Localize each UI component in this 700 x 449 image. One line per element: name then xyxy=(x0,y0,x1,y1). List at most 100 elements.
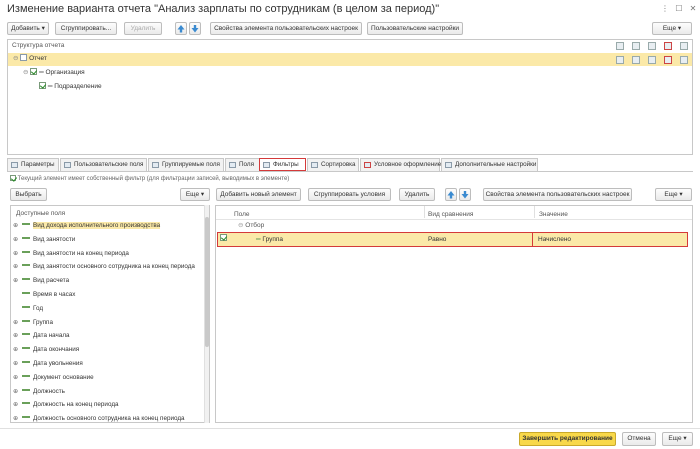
fields-more-button[interactable]: Еще ▾ xyxy=(180,188,210,201)
expand-icon[interactable]: ⊕ xyxy=(13,317,22,329)
field-list-item[interactable]: Время в часах xyxy=(13,289,75,301)
field-list-item[interactable]: ⊕ Должность основного сотрудника на конец… xyxy=(13,413,185,425)
tab-groupable-fields[interactable]: Группируемые поля xyxy=(148,158,224,171)
expand-icon[interactable]: ⊕ xyxy=(13,413,22,425)
tab-fields[interactable]: Поля xyxy=(225,158,260,171)
settings-icon[interactable] xyxy=(632,56,640,64)
filter-move-up-button[interactable] xyxy=(445,188,457,201)
finish-editing-button[interactable]: Завершить редактирование xyxy=(519,432,616,446)
own-filter-option[interactable]: Текущий элемент имеет собственный фильтр… xyxy=(10,175,289,182)
field-icon xyxy=(22,319,30,322)
tab-user-fields[interactable]: Пользовательские поля xyxy=(60,158,147,171)
field-list-item[interactable]: ⊕ Вид занятости xyxy=(13,234,75,246)
field-list-item[interactable]: ⊕ Дата начала xyxy=(13,330,70,342)
footer-more-button[interactable]: Еще ▾ xyxy=(662,432,693,446)
filter-row[interactable] xyxy=(217,232,688,247)
settings-icon[interactable] xyxy=(648,56,656,64)
settings-icon[interactable] xyxy=(632,42,640,50)
column-header-field[interactable]: Поле xyxy=(234,211,250,218)
structure-item-report[interactable]: ⊖ Отчет xyxy=(13,53,47,65)
expand-icon[interactable]: ⊕ xyxy=(13,399,22,411)
checkbox[interactable] xyxy=(10,175,16,181)
tab-filters[interactable]: Фильтры xyxy=(259,158,306,171)
filter-group-row[interactable]: ⊖ Отбор xyxy=(238,220,264,232)
expand-icon[interactable]: ⊕ xyxy=(13,372,22,384)
tab-label: Пользовательские поля xyxy=(74,161,144,168)
tab-additional-settings[interactable]: Дополнительные настройки xyxy=(441,158,538,171)
field-list-item[interactable]: ⊕ Должность на конец периода xyxy=(13,399,119,411)
expand-icon[interactable]: ⊕ xyxy=(13,275,22,287)
filter-value-cell[interactable]: Начислено xyxy=(538,234,571,246)
field-label: Вид дохода исполнительного производства xyxy=(33,222,161,229)
field-list-item[interactable]: ⊕ Вид дохода исполнительного производства xyxy=(13,220,161,232)
field-list-item[interactable]: ⊕ Вид занятости на конец периода xyxy=(13,248,129,260)
settings-icon[interactable] xyxy=(680,42,688,50)
expand-icon[interactable]: ⊕ xyxy=(13,261,22,273)
column-header-comparison[interactable]: Вид сравнения xyxy=(428,211,473,218)
conditional-format-icon[interactable] xyxy=(664,56,672,64)
filter-move-down-button[interactable] xyxy=(459,188,471,201)
settings-icon[interactable] xyxy=(616,42,624,50)
filter-field-cell[interactable]: ═ Группа xyxy=(256,234,283,246)
column-header-value[interactable]: Значение xyxy=(539,211,568,218)
expand-icon[interactable]: ⊕ xyxy=(13,234,22,246)
fields-scrollbar[interactable] xyxy=(204,205,209,423)
tab-parameters[interactable]: Параметры xyxy=(7,158,59,171)
cancel-button[interactable]: Отмена xyxy=(622,432,656,446)
scroll-thumb[interactable] xyxy=(205,217,209,347)
checkbox[interactable] xyxy=(30,68,38,75)
add-button[interactable]: Добавить ▾ xyxy=(7,22,49,35)
add-new-element-button[interactable]: Добавить новый элемент xyxy=(216,188,301,201)
structure-selected-row[interactable] xyxy=(8,53,692,66)
structure-item-department[interactable]: ═ Подразделение xyxy=(39,81,102,93)
field-list-item[interactable]: ⊕ Вид расчета xyxy=(13,275,69,287)
checkbox[interactable] xyxy=(220,234,227,241)
expand-icon[interactable]: ⊕ xyxy=(13,358,22,370)
filter-row-checkbox[interactable] xyxy=(220,233,227,245)
filter-more-button[interactable]: Еще ▾ xyxy=(655,188,692,201)
field-list-item[interactable]: ⊕ Должность xyxy=(13,386,65,398)
element-properties-button[interactable]: Свойства элемента пользовательских настр… xyxy=(210,22,362,35)
expand-icon[interactable]: ⊕ xyxy=(13,386,22,398)
expand-icon[interactable]: ⊕ xyxy=(13,248,22,260)
tab-sorting[interactable]: Сортировка xyxy=(307,158,359,171)
collapse-icon[interactable]: ⊖ xyxy=(23,69,28,76)
more-button[interactable]: Еще ▾ xyxy=(652,22,692,35)
select-button[interactable]: Выбрать xyxy=(10,188,47,201)
maximize-icon[interactable]: ☐ xyxy=(674,4,684,14)
field-list-item[interactable]: ⊕ Группа xyxy=(13,317,53,329)
field-label: Год xyxy=(33,304,44,312)
close-icon[interactable]: ✕ xyxy=(688,4,698,14)
filter-element-properties-button[interactable]: Свойства элемента пользовательских настр… xyxy=(483,188,632,201)
expand-icon[interactable]: ⊕ xyxy=(13,344,22,356)
expand-icon[interactable]: ⊕ xyxy=(13,330,22,342)
group-button[interactable]: Сгруппировать... xyxy=(55,22,117,35)
field-list-item[interactable]: ⊕ Дата окончания xyxy=(13,344,79,356)
header-divider xyxy=(216,219,692,220)
user-settings-button[interactable]: Пользовательские настройки xyxy=(367,22,463,35)
filter-comparison-cell[interactable]: Равно xyxy=(428,234,446,246)
field-list-item[interactable]: Год xyxy=(13,303,43,315)
expand-icon[interactable]: ⊕ xyxy=(13,220,22,232)
settings-icon[interactable] xyxy=(648,42,656,50)
collapse-icon[interactable]: ⊖ xyxy=(13,55,18,62)
settings-icon[interactable] xyxy=(616,56,624,64)
tab-icon xyxy=(229,162,236,168)
delete-button[interactable]: Удалить xyxy=(124,22,162,35)
conditional-format-icon[interactable] xyxy=(664,42,672,50)
field-list-item[interactable]: ⊕ Дата увольнения xyxy=(13,358,83,370)
checkbox[interactable] xyxy=(39,82,46,89)
settings-icon[interactable] xyxy=(680,56,688,64)
field-list-item[interactable]: ⊕ Документ основание xyxy=(13,372,94,384)
grouping-icon: ═ xyxy=(39,69,44,76)
tab-conditional-formatting[interactable]: Условное оформление xyxy=(360,158,441,171)
group-conditions-button[interactable]: Сгруппировать условия xyxy=(308,188,391,201)
filter-delete-button[interactable]: Удалить xyxy=(399,188,435,201)
more-icon[interactable]: ⋮ xyxy=(660,4,670,14)
move-up-button[interactable] xyxy=(175,22,187,35)
move-down-button[interactable] xyxy=(189,22,201,35)
structure-item-organization[interactable]: ⊖ ═ Организация xyxy=(23,67,85,79)
field-list-item[interactable]: ⊕ Вид занятости основного сотрудника на к… xyxy=(13,261,195,273)
collapse-icon[interactable]: ⊖ xyxy=(238,222,243,229)
arrow-down-icon xyxy=(461,191,469,199)
